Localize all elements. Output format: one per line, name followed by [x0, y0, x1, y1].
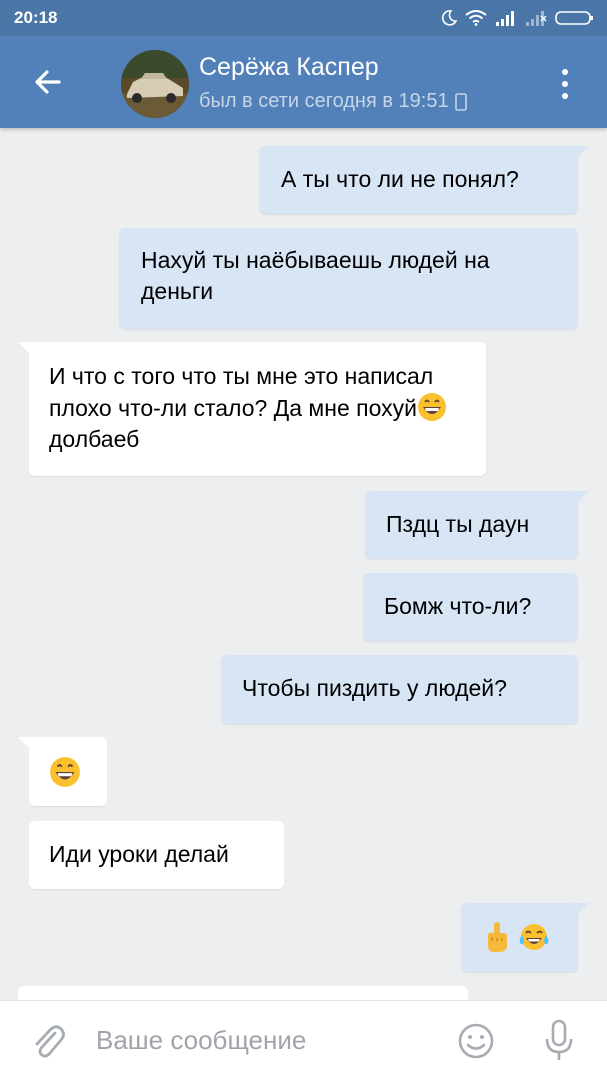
smile-icon[interactable]: [456, 1021, 496, 1061]
chat-header: Серёжа Каспер был в сети сегодня в 19:51: [0, 36, 607, 128]
message-text: Иди уроки делай: [49, 841, 229, 867]
message-bubble-outgoing[interactable]: Нахуй ты наёбываешь людей на деньги: [119, 228, 578, 329]
message-composer: Ваше сообщение: [0, 1000, 607, 1081]
wifi-icon: [465, 10, 487, 26]
message-bubble-incoming[interactable]: Иди уроки делай: [29, 821, 284, 889]
message-text: долбаеб: [49, 426, 140, 452]
message-bubble-outgoing[interactable]: Бомж что-ли?: [363, 573, 578, 641]
more-vertical-icon[interactable]: [558, 68, 572, 100]
message-bubble-outgoing[interactable]: А ты что ли не понял?: [259, 146, 589, 214]
message-bubble-outgoing[interactable]: Чтобы пиздить у людей?: [221, 655, 578, 724]
contact-name[interactable]: Серёжа Каспер: [199, 53, 379, 82]
middle-finger-emoji-icon: [488, 922, 507, 952]
message-bubble-outgoing[interactable]: [461, 903, 589, 972]
battery-icon: [555, 11, 593, 25]
bubble-tail: [575, 903, 589, 917]
phone-icon: [454, 92, 467, 111]
back-arrow-icon[interactable]: [30, 64, 66, 100]
last-seen-text: был в сети сегодня в 19:51: [199, 90, 449, 112]
message-text: Чтобы пиздить у людей?: [242, 675, 507, 701]
bubble-tail: [575, 146, 589, 160]
last-seen-status: был в сети сегодня в 19:51: [199, 90, 467, 113]
message-text: Нахуй ты наёбываешь людей на деньги: [141, 247, 490, 304]
signal-icon: [526, 11, 547, 26]
message-text: Бомж что-ли?: [384, 593, 532, 619]
message-text: А ты что ли не понял?: [281, 166, 519, 192]
bubble-tail: [18, 342, 32, 356]
status-time: 20:18: [14, 8, 58, 27]
tears-of-joy-emoji-icon: [520, 924, 549, 950]
status-icons: [441, 8, 595, 28]
message-bubble-incoming[interactable]: И что с того что ты мне это написал плох…: [18, 342, 486, 476]
contact-avatar[interactable]: [121, 50, 189, 118]
microphone-icon[interactable]: [542, 1019, 576, 1063]
message-text: Пздц ты даун: [386, 511, 530, 537]
bubble-tail: [575, 491, 589, 505]
message-text: И что с того что ты мне это написал плох…: [49, 363, 434, 421]
signal-icon: [496, 11, 514, 26]
status-bar: 20:18: [0, 0, 607, 36]
message-bubble-incoming[interactable]: [18, 737, 107, 806]
paperclip-icon[interactable]: [30, 1021, 66, 1061]
grinning-face-emoji-icon: [417, 393, 446, 421]
message-input[interactable]: Ваше сообщение: [96, 1025, 306, 1056]
message-bubble-outgoing[interactable]: Пздц ты даун: [365, 491, 589, 559]
moon-icon: [441, 10, 457, 26]
grinning-face-emoji-icon: [50, 757, 80, 787]
bubble-tail: [18, 737, 32, 751]
